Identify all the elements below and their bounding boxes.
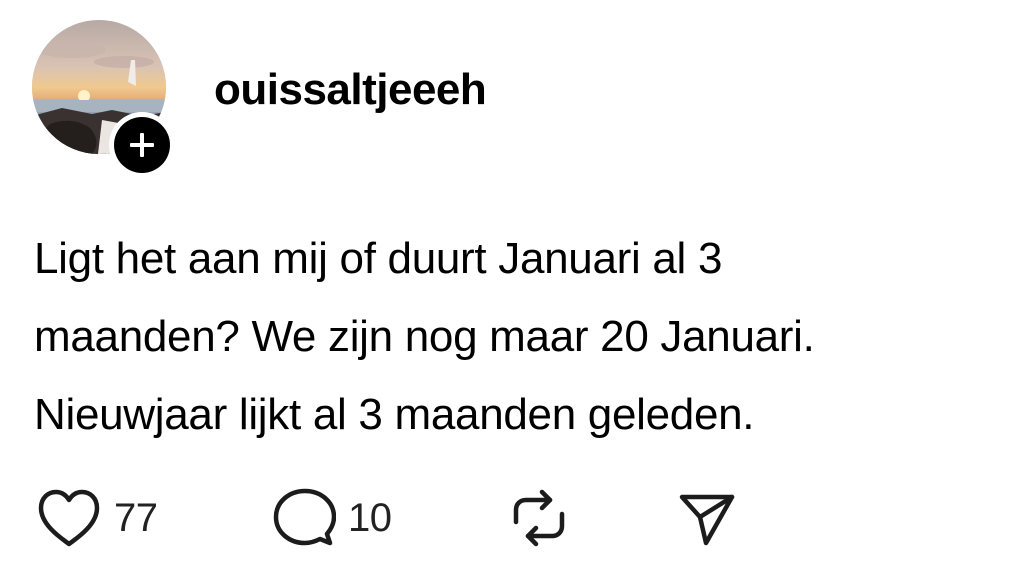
send-icon <box>679 494 735 546</box>
post-text: Ligt het aan mij of duurt Januari al 3 m… <box>34 220 1014 454</box>
heart-icon <box>38 489 100 547</box>
like-button[interactable]: 77 <box>36 478 158 558</box>
post-text-line: Nieuwjaar lijkt al 3 maanden geleden. <box>34 390 755 439</box>
post-text-line: maanden? We zijn nog maar 20 Januari. <box>34 312 815 361</box>
repost-icon <box>513 489 565 547</box>
share-button[interactable] <box>676 478 738 558</box>
username[interactable]: ouissaltjeeeh <box>214 62 487 118</box>
reply-button[interactable]: 10 <box>272 478 392 558</box>
post-text-line: Ligt het aan mij of duurt Januari al 3 <box>34 234 723 283</box>
post-card: ouissaltjeeeh Ligt het aan mij of duurt … <box>0 0 1024 579</box>
reply-count: 10 <box>348 496 392 540</box>
avatar-container <box>32 20 175 178</box>
plus-icon <box>130 133 154 157</box>
repost-button[interactable] <box>508 478 570 558</box>
follow-badge-circle <box>114 117 170 173</box>
like-count: 77 <box>114 496 158 540</box>
comment-bubble-icon <box>273 488 336 546</box>
action-bar: 77 10 <box>0 478 1024 558</box>
follow-button[interactable] <box>109 112 175 178</box>
